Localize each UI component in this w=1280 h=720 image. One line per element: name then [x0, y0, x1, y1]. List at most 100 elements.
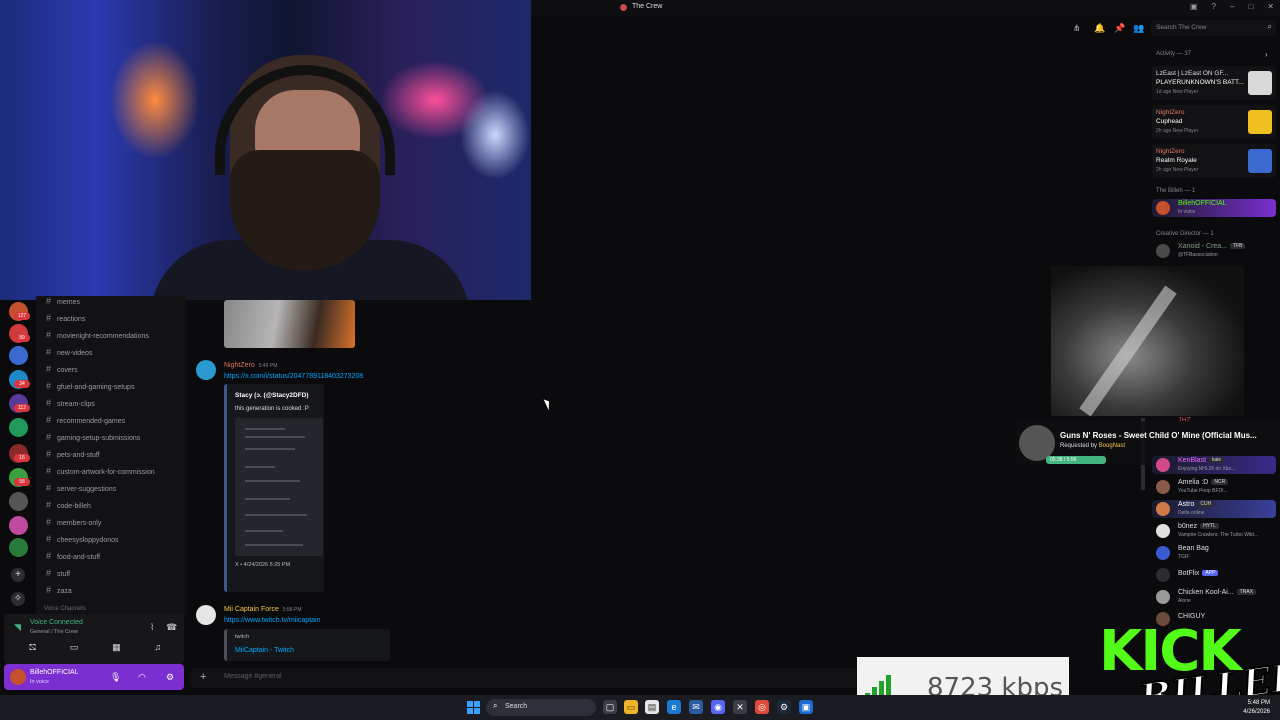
server-icon[interactable] — [9, 538, 28, 557]
hash-icon: # — [46, 415, 52, 425]
hash-icon: # — [46, 381, 52, 391]
microphone-icon[interactable]: 🎙 — [110, 672, 121, 683]
hash-icon: # — [46, 517, 52, 527]
channel-item[interactable]: # gfuel-and-gaming-setups — [46, 381, 134, 395]
chrome-icon[interactable]: ◎ — [755, 700, 769, 714]
maximize-icon[interactable]: □ — [1248, 2, 1253, 11]
channel-item[interactable]: # stream-clips — [46, 398, 95, 412]
add-server-icon[interactable]: + — [11, 568, 25, 582]
channel-item[interactable]: # memes — [46, 296, 80, 310]
threads-icon[interactable]: ⋔ — [1073, 23, 1081, 34]
avatar[interactable] — [196, 605, 216, 625]
game-thumbnail — [1248, 110, 1272, 134]
add-attachment-icon[interactable]: + — [200, 671, 206, 683]
voice-location[interactable]: General / The Crew — [30, 629, 78, 635]
chevron-right-icon[interactable]: › — [1265, 50, 1268, 59]
monitor-icon[interactable]: ▣ — [799, 700, 813, 714]
embed-image[interactable] — [235, 418, 323, 556]
embed-author[interactable]: Stacy (ↄ. (@Stacy2DFD) — [235, 392, 309, 399]
system-clock[interactable]: 5:48 PM 4/26/2026 — [1243, 699, 1270, 717]
soundboard-icon[interactable]: ♫ — [154, 642, 161, 654]
member-item[interactable]: KenBlast kale Enjoying NHL26 on Xbo... — [1152, 456, 1276, 474]
search-input[interactable]: Search The Crew ⌕ — [1151, 20, 1276, 36]
app-icon[interactable]: ✕ — [733, 700, 747, 714]
camera-off-icon[interactable]: ⛞ — [29, 642, 36, 654]
chat-area: NightZero 5:49 PM https://x.com/i/status/… — [186, 300, 1016, 661]
game-thumbnail — [1248, 71, 1272, 95]
signal-icon: ◥ — [14, 622, 21, 632]
disconnect-icon[interactable]: ☎ — [166, 622, 177, 633]
headphones-icon[interactable]: ◠ — [138, 672, 146, 683]
member-item[interactable]: b0nez HYTL Vampire Crawlers: The Turbo Wi… — [1152, 522, 1276, 540]
windows-start-icon[interactable] — [467, 701, 480, 714]
message-link[interactable]: https://www.twitch.tv/miicaptain — [224, 617, 320, 624]
channel-item[interactable]: # stuff — [46, 568, 70, 582]
activity-card[interactable]: LzEast | LzEast ON GF... PLAYERUNKNOWN'S… — [1152, 66, 1276, 100]
screen-share-icon[interactable]: ▭ — [70, 642, 79, 654]
member-item[interactable]: BotFlix APP — [1152, 566, 1276, 584]
channel-item[interactable]: # members-only — [46, 517, 101, 531]
song-requester: Requested by BoogNast — [1060, 443, 1126, 449]
channel-item[interactable]: # zaza — [46, 585, 72, 599]
edge-icon[interactable]: e — [667, 700, 681, 714]
discord-icon[interactable]: ◉ — [711, 700, 725, 714]
member-item[interactable]: Amelia :D NCR YouTube Poop BFDI... — [1152, 478, 1276, 496]
user-panel[interactable]: BillehOFFICIAL In voice 🎙 ◠ ⚙ — [4, 664, 184, 690]
discover-icon[interactable]: ✧ — [11, 592, 25, 606]
activity-card[interactable]: NightZero Realm Royale 2h ago New Player — [1152, 144, 1276, 178]
channel-item[interactable]: # server-suggestions — [46, 483, 116, 497]
minimize-icon[interactable]: – — [1230, 2, 1234, 11]
member-item[interactable]: Astro CUH Delta online — [1152, 500, 1276, 518]
inbox-icon[interactable]: ▣ — [1190, 2, 1198, 11]
message-author[interactable]: NightZero 5:49 PM — [224, 362, 277, 369]
member-item[interactable]: BillehOFFICIAL In voice — [1152, 199, 1276, 217]
members-icon[interactable]: 👥 — [1133, 23, 1144, 34]
hash-icon: # — [46, 483, 52, 493]
activities-icon[interactable]: ▦ — [112, 642, 121, 654]
role-header: Creative Director — 1 — [1156, 231, 1214, 237]
channel-item[interactable]: # cheesysloppydonos — [46, 534, 119, 548]
bell-icon[interactable]: 🔔 — [1094, 23, 1105, 34]
store-icon[interactable]: ▤ — [645, 700, 659, 714]
channel-item[interactable]: # food-and-stuff — [46, 551, 100, 565]
album-art — [1051, 266, 1244, 417]
channel-category[interactable]: Voice Channels — [44, 606, 86, 612]
mail-icon[interactable]: ✉ — [689, 700, 703, 714]
channel-item[interactable]: # custom-artwork-for-commission — [46, 466, 155, 480]
message-placeholder: Message #general — [224, 673, 282, 680]
channel-item[interactable]: # movienight-recommendations — [46, 330, 149, 344]
member-item[interactable]: Chicken Kool-Ai... TRAX Alone — [1152, 588, 1276, 606]
steam-icon[interactable]: ⚙ — [777, 700, 791, 714]
close-icon[interactable]: ✕ — [1267, 2, 1274, 11]
headset — [215, 65, 395, 175]
image-attachment[interactable] — [224, 300, 355, 348]
help-icon[interactable]: ? — [1212, 2, 1216, 11]
channel-item[interactable]: # pets-and-stuff — [46, 449, 100, 463]
server-icon[interactable] — [9, 418, 28, 437]
file-explorer-icon[interactable]: ▭ — [624, 700, 638, 714]
message-link[interactable]: https://x.com/i/status/20477891184032732… — [224, 373, 363, 380]
channel-item[interactable]: # code-billeh — [46, 500, 91, 514]
avatar — [1156, 201, 1170, 215]
member-item[interactable]: Bean Bag TGIF — [1152, 544, 1276, 562]
activity-card[interactable]: NightZero Cuphead 2h ago New Player — [1152, 105, 1276, 139]
pin-icon[interactable]: 📌 — [1114, 23, 1125, 34]
embed-title[interactable]: MiiCaptain - Twitch — [235, 647, 294, 654]
server-icon[interactable] — [9, 516, 28, 535]
noise-suppression-icon[interactable]: ⌇ — [150, 622, 154, 633]
taskbar-search[interactable]: ⌕ Search — [486, 699, 596, 716]
activity-header: Activity — 37 — [1156, 51, 1192, 57]
hash-icon: # — [46, 347, 52, 357]
channel-item[interactable]: # reactions — [46, 313, 85, 327]
server-icon[interactable] — [9, 346, 28, 365]
message-author[interactable]: Mii Captain Force 5:58 PM — [224, 606, 301, 613]
task-view-icon[interactable]: ▢ — [603, 700, 617, 714]
channel-item[interactable]: # recommended-games — [46, 415, 125, 429]
member-item[interactable]: Xanoid - Crea... TFB @TFBassociation — [1152, 242, 1276, 260]
gear-icon[interactable]: ⚙ — [166, 672, 174, 683]
channel-item[interactable]: # covers — [46, 364, 78, 378]
avatar[interactable] — [196, 360, 216, 380]
channel-item[interactable]: # gaming-setup-submissions — [46, 432, 140, 446]
server-icon[interactable] — [9, 492, 28, 511]
channel-item[interactable]: # new-videos — [46, 347, 92, 361]
